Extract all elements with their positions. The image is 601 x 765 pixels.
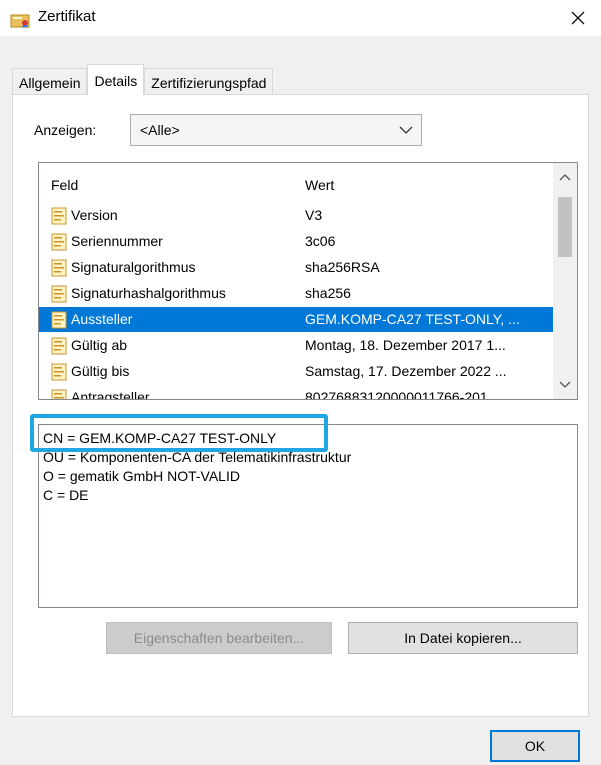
list-row-issuer[interactable]: Aussteller GEM.KOMP-CA27 TEST-ONLY, ... — [39, 307, 553, 332]
row-value: Samstag, 17. Dezember 2022 ... — [305, 363, 507, 379]
document-field-icon — [51, 259, 67, 277]
chevron-down-icon — [559, 381, 571, 388]
show-select-value: <Alle> — [140, 122, 180, 138]
document-field-icon — [51, 389, 67, 399]
title-bar: Zertifikat — [0, 0, 601, 36]
copy-to-file-button[interactable]: In Datei kopieren... — [348, 622, 578, 654]
tab-certification-path[interactable]: Zertifizierungspfad — [144, 68, 274, 94]
document-field-icon — [51, 285, 67, 303]
close-button[interactable] — [555, 0, 601, 36]
document-field-icon — [51, 207, 67, 225]
column-header-field[interactable]: Feld — [51, 177, 78, 193]
tab-details[interactable]: Details — [87, 64, 145, 95]
row-value: Montag, 18. Dezember 2017 1... — [305, 337, 506, 353]
row-field: Version — [71, 207, 118, 223]
scroll-up-button[interactable] — [553, 167, 577, 189]
row-field: Signaturalgorithmus — [71, 259, 196, 275]
row-value: sha256RSA — [305, 259, 380, 275]
ok-button[interactable]: OK — [490, 730, 580, 762]
row-field: Antragsteller — [71, 389, 150, 400]
column-header-value[interactable]: Wert — [305, 177, 334, 193]
list-scrollbar[interactable] — [553, 163, 577, 399]
field-list[interactable]: Feld Wert Version V3 Seriennummer 3c06 S… — [38, 162, 578, 400]
row-field: Gültig bis — [71, 363, 130, 379]
row-value: 3c06 — [305, 233, 336, 249]
show-select[interactable]: <Alle> — [130, 114, 422, 146]
edit-properties-button[interactable]: Eigenschaften bearbeiten... — [106, 622, 332, 654]
list-row-serial-number[interactable]: Seriennummer 3c06 — [39, 229, 553, 254]
tab-strip: Allgemein Details Zertifizierungspfad — [12, 64, 274, 95]
document-field-icon — [51, 233, 67, 251]
document-field-icon — [51, 337, 67, 355]
chevron-up-icon — [559, 174, 571, 181]
window-title: Zertifikat — [38, 8, 96, 25]
list-row-valid-from[interactable]: Gültig ab Montag, 18. Dezember 2017 1... — [39, 333, 553, 358]
tab-general[interactable]: Allgemein — [12, 68, 88, 94]
certificate-icon — [10, 14, 30, 28]
row-value: V3 — [305, 207, 323, 223]
row-field: Gültig ab — [71, 337, 128, 353]
list-row-version[interactable]: Version V3 — [39, 203, 553, 228]
scroll-down-button[interactable] — [553, 373, 577, 395]
close-icon — [571, 11, 585, 25]
row-field: Seriennummer — [71, 233, 163, 249]
document-field-icon — [51, 363, 67, 381]
list-row-valid-to[interactable]: Gültig bis Samstag, 17. Dezember 2022 ..… — [39, 359, 553, 384]
list-row-signature-hash-algorithm[interactable]: Signaturhashalgorithmus sha256 — [39, 281, 553, 306]
chevron-down-icon — [399, 126, 413, 134]
scrollbar-thumb[interactable] — [558, 197, 572, 257]
detail-line: O = gematik GmbH NOT-VALID — [43, 468, 240, 484]
row-value: GEM.KOMP-CA27 TEST-ONLY, ... — [305, 311, 520, 327]
row-value: 80276883120000011766-201... — [305, 389, 500, 400]
list-row-subject[interactable]: Antragsteller 80276883120000011766-201..… — [39, 385, 553, 400]
list-row-signature-algorithm[interactable]: Signaturalgorithmus sha256RSA — [39, 255, 553, 280]
row-field: Aussteller — [71, 311, 133, 327]
detail-line: C = DE — [43, 487, 89, 503]
show-label: Anzeigen: — [34, 122, 97, 138]
row-field: Signaturhashalgorithmus — [71, 285, 226, 301]
document-field-icon — [51, 311, 67, 329]
row-value: sha256 — [305, 285, 351, 301]
annotation-highlight — [30, 414, 328, 452]
